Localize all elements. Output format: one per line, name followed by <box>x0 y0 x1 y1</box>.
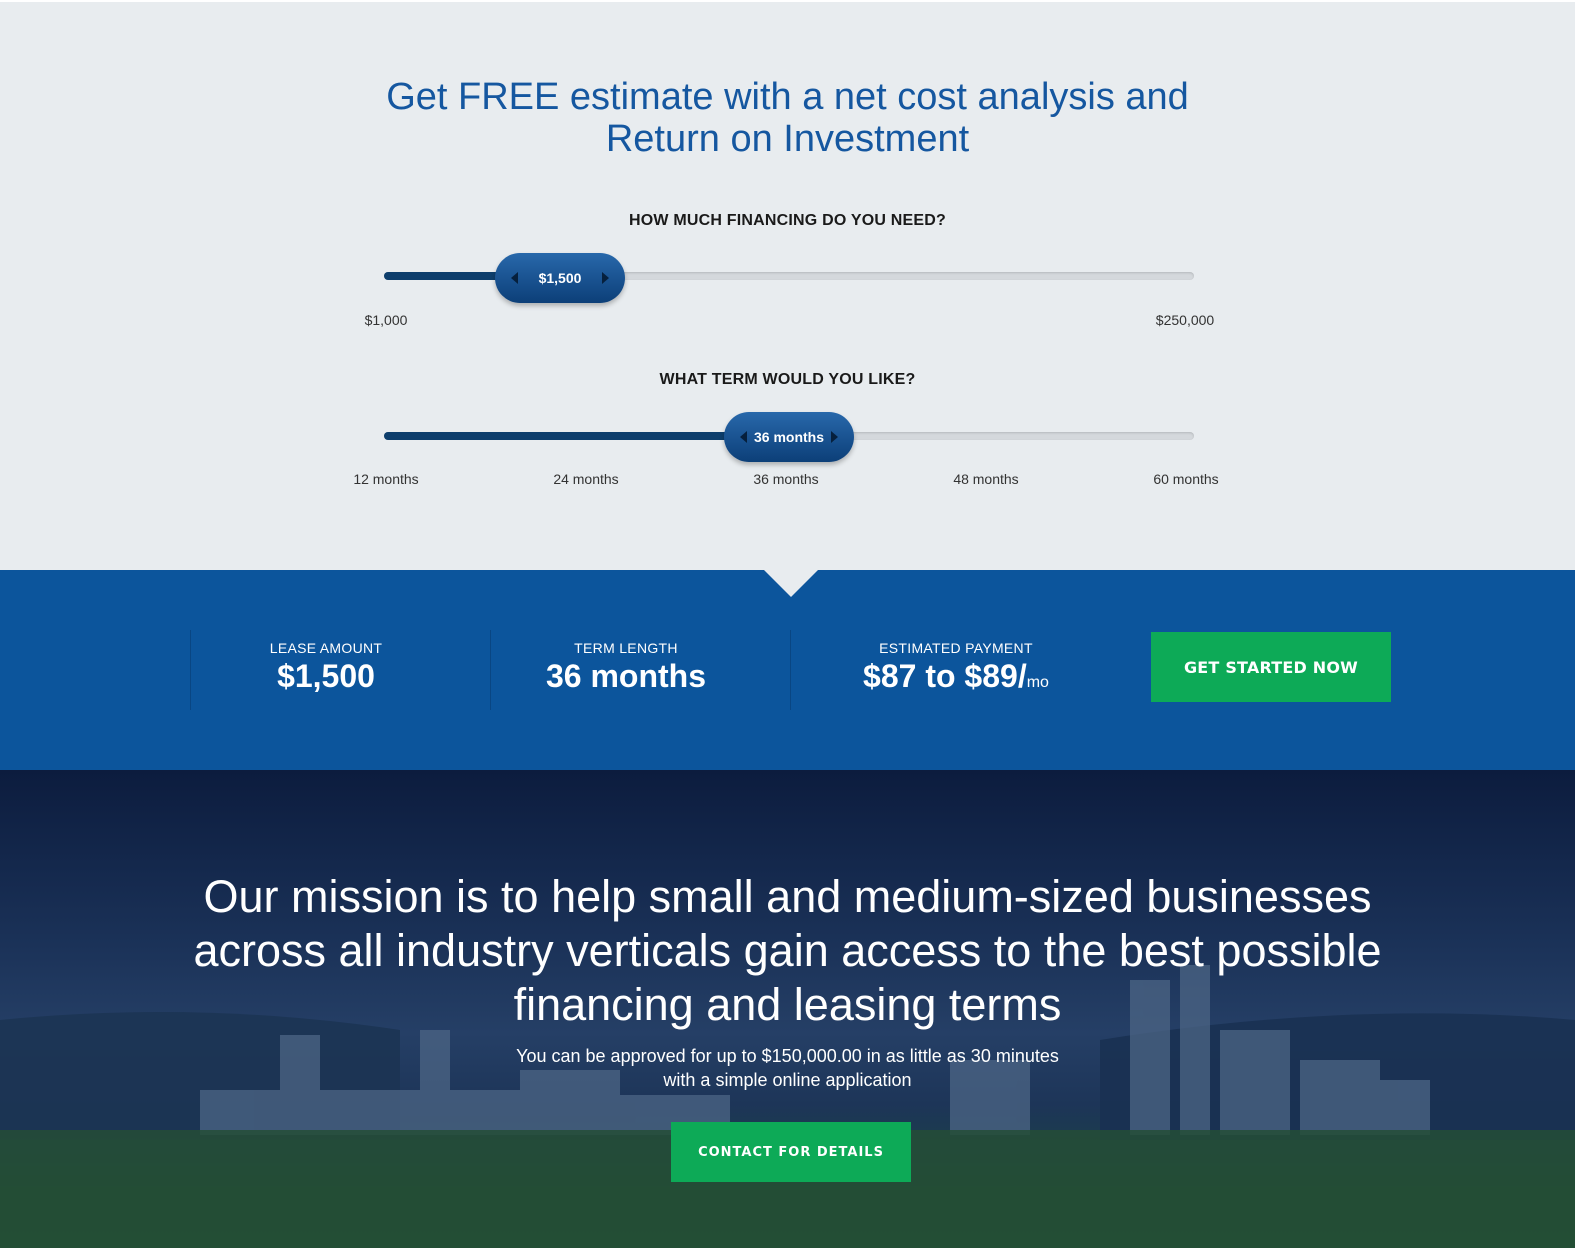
mission-statement: Our mission is to help small and medium-… <box>180 870 1395 1032</box>
estimated-payment-amount: $87 to $89/ <box>863 658 1027 694</box>
mission-line-3: financing and leasing terms <box>513 979 1062 1030</box>
financing-min-label: $1,000 <box>364 312 408 328</box>
pointer-notch <box>763 569 819 597</box>
chevron-right-icon[interactable] <box>830 431 838 443</box>
subtext-line-1: You can be approved for up to $150,000.0… <box>516 1046 1059 1066</box>
term-length-label: TERM LENGTH <box>574 640 678 656</box>
estimated-payment-value: $87 to $89/mo <box>791 658 1121 695</box>
calculator-title: Get FREE estimate with a net cost analys… <box>0 76 1575 160</box>
calculator-title-line-2: Return on Investment <box>605 118 970 160</box>
subtext-line-2: with a simple online application <box>663 1070 912 1090</box>
term-tick-label: 60 months <box>1153 471 1219 487</box>
mission-line-1: Our mission is to help small and medium-… <box>203 871 1372 922</box>
approval-subtext: You can be approved for up to $150,000.0… <box>0 1044 1575 1092</box>
term-tick-label: 36 months <box>753 471 819 487</box>
lease-amount-stat: LEASE AMOUNT $1,500 <box>190 630 461 710</box>
mission-hero: Our mission is to help small and medium-… <box>0 770 1575 1248</box>
calculator-title-line-1: Get FREE estimate with a net cost analys… <box>386 76 1189 118</box>
term-tick-label: 24 months <box>553 471 619 487</box>
term-slider-handle[interactable]: 36 months <box>724 412 854 462</box>
financing-question: HOW MUCH FINANCING DO YOU NEED? <box>628 212 946 229</box>
term-question: WHAT TERM WOULD YOU LIKE? <box>659 371 916 388</box>
estimated-payment-stat: ESTIMATED PAYMENT $87 to $89/mo <box>790 630 1121 710</box>
estimated-payment-unit: mo <box>1026 674 1049 691</box>
term-length-stat: TERM LENGTH 36 months <box>490 630 761 710</box>
mission-line-2: across all industry verticals gain acces… <box>193 925 1382 976</box>
estimate-summary: LEASE AMOUNT $1,500 TERM LENGTH 36 month… <box>0 569 1575 770</box>
financing-max-label: $250,000 <box>1155 312 1215 328</box>
term-value: 36 months <box>753 429 824 445</box>
financing-value: $1,500 <box>538 270 582 286</box>
chevron-left-icon[interactable] <box>740 431 747 443</box>
chevron-right-icon[interactable] <box>601 272 609 284</box>
term-length-value: 36 months <box>545 658 707 694</box>
term-tick-label: 12 months <box>353 471 419 487</box>
chevron-left-icon[interactable] <box>511 272 518 284</box>
estimated-payment-label: ESTIMATED PAYMENT <box>879 640 1033 656</box>
get-started-button[interactable]: GET STARTED NOW <box>1151 632 1391 702</box>
term-tick-label: 48 months <box>953 471 1019 487</box>
lease-amount-value: $1,500 <box>277 658 375 694</box>
contact-for-details-button[interactable]: CONTACT FOR DETAILS <box>671 1122 911 1182</box>
financing-slider-handle[interactable]: $1,500 <box>495 253 625 303</box>
lease-amount-label: LEASE AMOUNT <box>269 640 383 656</box>
estimate-calculator: Get FREE estimate with a net cost analys… <box>0 0 1575 570</box>
